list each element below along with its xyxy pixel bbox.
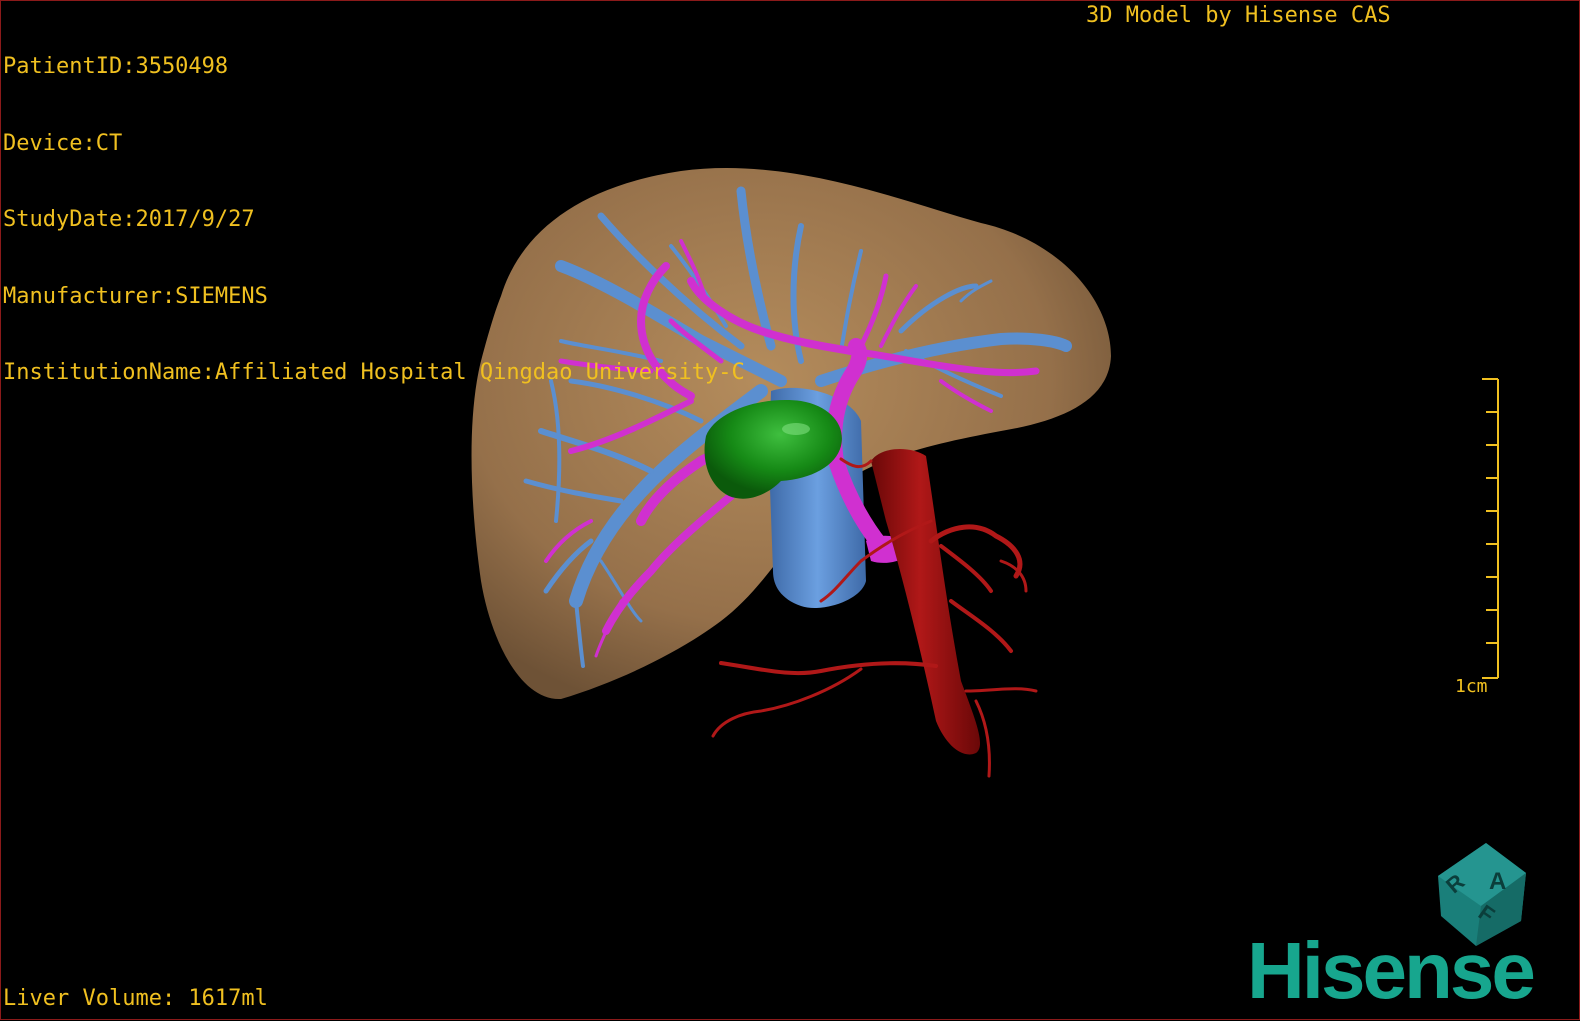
patient-id: PatientID:3550498 xyxy=(3,54,229,79)
study-date: StudyDate:2017/9/27 xyxy=(3,207,255,232)
patient-info-overlay: PatientID:3550498 Device:CT StudyDate:20… xyxy=(3,3,745,437)
liver-volume: Liver Volume: 1617ml xyxy=(3,986,268,1011)
institution-name: InstitutionName:Affiliated Hospital Qing… xyxy=(3,360,745,385)
scale-label: 1cm xyxy=(1455,676,1488,697)
device: Device:CT xyxy=(3,130,123,156)
model-credit: 3D Model by Hisense CAS xyxy=(1086,3,1391,28)
manufacturer: Manufacturer:SIEMENS xyxy=(3,283,268,309)
aorta xyxy=(871,449,981,755)
scale-bar xyxy=(1482,378,1499,679)
hisense-logo: Hisense xyxy=(1247,926,1536,1015)
cube-face-a: A xyxy=(1489,868,1506,895)
3d-viewport[interactable]: A R F PatientID:3550498 Device:CT StudyD… xyxy=(0,0,1580,1020)
